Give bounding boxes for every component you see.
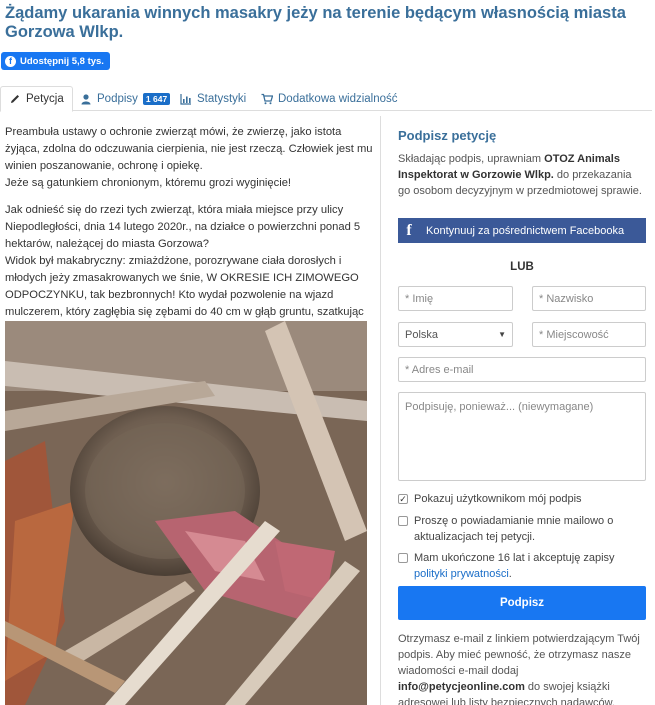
cart-icon	[261, 93, 273, 104]
facebook-icon: f	[5, 55, 16, 67]
age-consent-text: Mam ukończone 16 lat i akceptuję zapisy	[414, 552, 615, 564]
tab-label: Statystyki	[197, 92, 247, 105]
facebook-continue-button[interactable]: f Kontynuuj za pośrednictwem Facebooka	[398, 218, 646, 243]
facebook-button-label: Kontynuuj za pośrednictwem Facebooka	[426, 224, 625, 237]
show-signature-checkbox[interactable]: ✓	[398, 494, 408, 504]
age-consent-end: .	[508, 568, 512, 580]
tab-label: Petycja	[26, 93, 64, 105]
consent-text: Składając podpis, uprawniam OTOZ Animals…	[398, 151, 646, 199]
show-signature-checkbox-row[interactable]: ✓ Pokazuj użytkownikom mój podpis	[398, 491, 646, 507]
age-consent-checkbox-row[interactable]: Mam ukończone 16 lat i akceptuję zapisy …	[398, 550, 646, 582]
last-name-field[interactable]: * Nazwisko	[532, 286, 646, 311]
hedgehog-photo	[5, 321, 367, 705]
checkbox-label: Proszę o powiadamianie mnie mailowo o ak…	[414, 515, 614, 543]
tab-dodatkowa-widzialnosc[interactable]: Dodatkowa widzialność	[261, 86, 398, 111]
updates-checkbox[interactable]	[398, 516, 408, 526]
checkbox-label: Pokazuj użytkownikom mój podpis	[414, 493, 582, 505]
email-field[interactable]: * Adres e-mail	[398, 357, 646, 382]
age-consent-checkbox[interactable]	[398, 553, 408, 563]
bar-chart-icon	[180, 93, 191, 105]
country-select[interactable]: Polska ▼	[398, 322, 513, 347]
share-label: Udostępnij 5,8 tys.	[20, 55, 104, 67]
facebook-icon: f	[406, 221, 412, 239]
city-field[interactable]: * Miejscowość	[532, 322, 646, 347]
confirmation-info: Otrzymasz e-mail z linkiem potwierdzając…	[398, 631, 648, 705]
page-title: Żądamy ukarania winnych masakry jeży na …	[5, 4, 626, 41]
sign-submit-button[interactable]: Podpisz	[398, 586, 646, 620]
country-value: Polska	[405, 328, 439, 341]
sign-panel: Podpisz petycję Składając podpis, uprawn…	[398, 128, 646, 199]
tab-label: Dodatkowa widzialność	[278, 92, 398, 105]
consent-pre: Składając podpis, uprawniam	[398, 153, 545, 165]
checkbox-label: Mam ukończone 16 lat i akceptuję zapisy …	[414, 550, 646, 582]
caret-down-icon: ▼	[498, 330, 506, 339]
tab-bar: Petycja Podpisy 1 647 Statystyki Dodatko…	[0, 86, 652, 112]
privacy-policy-link[interactable]: polityki prywatności	[414, 568, 509, 580]
comment-textarea[interactable]: Podpisuję, ponieważ... (niewymagane)	[398, 392, 646, 481]
column-divider	[380, 116, 381, 705]
petition-photo	[5, 321, 367, 705]
pencil-icon	[11, 95, 19, 103]
petition-paragraph: Jak odnieść się do rzezi tych zwierząt, …	[5, 204, 361, 250]
first-name-field[interactable]: * Imię	[398, 286, 513, 311]
signature-count-badge: 1 647	[142, 92, 171, 105]
sign-title: Podpisz petycję	[398, 128, 497, 143]
updates-checkbox-row[interactable]: Proszę o powiadamianie mnie mailowo o ak…	[398, 513, 646, 545]
tab-podpisy[interactable]: Podpisy 1 647	[80, 86, 171, 111]
info-email: info@petycjeonline.com	[398, 681, 525, 693]
tab-label: Podpisy	[97, 92, 138, 105]
or-separator: LUB	[510, 261, 534, 273]
tab-petycja[interactable]: Petycja	[0, 86, 73, 112]
facebook-share-button[interactable]: f Udostępnij 5,8 tys.	[1, 52, 110, 70]
petition-paragraph: Preambuła ustawy o ochronie zwierząt mów…	[5, 126, 373, 172]
tab-statystyki[interactable]: Statystyki	[180, 86, 246, 111]
petition-paragraph: Jeże są gatunkiem chronionym, któremu gr…	[5, 177, 292, 189]
info-pre: Otrzymasz e-mail z linkiem potwierdzając…	[398, 633, 640, 677]
user-icon	[81, 93, 91, 104]
